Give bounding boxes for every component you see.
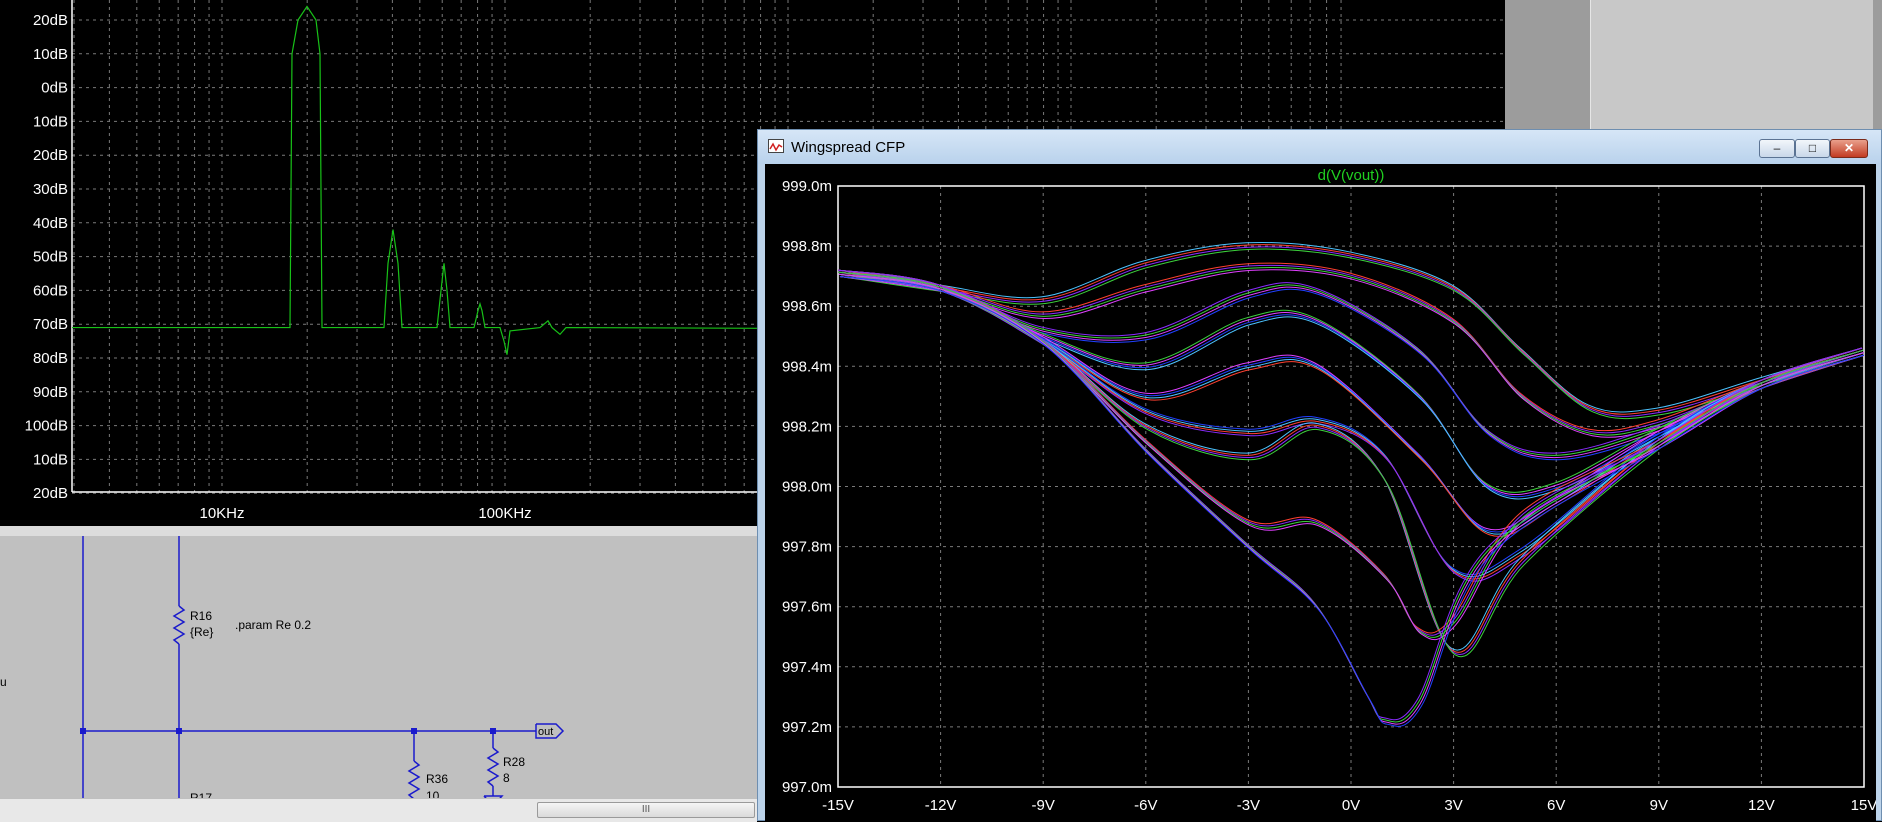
component-value-r16: {Re} [190,625,213,639]
series-line [839,275,1864,641]
y-tick-label: 10dB [33,113,68,130]
x-tick-label: -6V [1134,797,1157,814]
y-tick-label: 70dB [33,316,68,333]
x-tick-label: -9V [1032,797,1055,814]
x-tick-label: 12V [1748,797,1775,814]
y-tick-label: 100dB [25,418,68,435]
y-tick-label: 10dB [33,46,68,63]
x-tick-label: 0V [1342,797,1360,814]
x-tick-label: 3V [1444,797,1462,814]
component-value-r28: 8 [503,771,510,785]
x-tick-label: 100KHz [478,505,531,522]
series-line [838,269,1863,454]
y-tick-label: 10dB [33,451,68,468]
y-tick-label: 40dB [33,215,68,232]
y-tick-label: 997.2m [782,719,832,736]
series-line [838,273,1864,638]
series-line [838,273,1864,656]
series-group [838,241,1864,727]
close-button[interactable]: ✕ [1830,139,1868,158]
series-line [839,275,1864,658]
background-panel [1590,0,1873,130]
schematic-pane[interactable]: R16 {Re} .param Re 0.2 R17 R36 10 R28 8 … [0,526,757,821]
y-tick-label: 20dB [33,485,68,502]
plot-window[interactable]: Wingspread CFP – □ ✕ -15V -12V -9V -6V -3V 0V… [757,129,1882,821]
y-tick-label: 997.8m [782,539,832,556]
x-tick-label: -3V [1237,797,1260,814]
y-tick-label: 998.2m [782,418,832,435]
series-line [838,269,1863,651]
y-tick-label: 997.0m [782,779,832,796]
series-line [838,269,1863,576]
y-tick-label: 60dB [33,282,68,299]
minimize-button[interactable]: – [1759,139,1795,158]
scrollbar-thumb[interactable]: III [537,802,755,818]
x-tick-label: 6V [1547,797,1565,814]
x-tick-label: -12V [925,797,957,814]
y-tick-label: 999.0m [782,178,832,195]
x-tick-label: 9V [1650,797,1668,814]
chart-title: d(V(vout)) [1318,167,1385,184]
resistor-r28-symbol[interactable] [486,747,500,787]
y-tick-label: 0dB [41,80,68,97]
series-line [838,271,1864,636]
series-line [838,271,1864,653]
junction-dot [490,728,496,734]
junction-dot [80,728,86,734]
x-tick-label: -15V [822,797,854,814]
y-tick-label: 998.4m [782,358,832,375]
component-ref-r36: R36 [426,772,448,786]
y-tick-label: 998.6m [782,298,832,315]
y-tick-label: 997.6m [782,599,832,616]
resistor-r16-symbol[interactable] [172,605,186,645]
spice-directive[interactable]: .param Re 0.2 [235,618,311,632]
window-title: Wingspread CFP [791,139,906,156]
y-tick-label: 20dB [33,147,68,164]
series-line [838,241,1863,413]
series-line [838,269,1863,634]
y-tick-label: 30dB [33,181,68,198]
series-line [838,271,1864,578]
net-label-out: out [538,726,553,738]
x-tick-label: 15V [1851,797,1876,814]
y-tick-label: 997.4m [782,659,832,676]
x-tick-label: 10KHz [199,505,244,522]
dc-sweep-chart[interactable]: -15V -12V -9V -6V -3V 0V 3V 6V 9V 12V 15V 999.0m 998… [765,164,1876,821]
y-tick-label: 50dB [33,249,68,266]
component-ref-r28: R28 [503,755,525,769]
junction-dot [411,728,417,734]
resistor-r36-symbol[interactable] [407,760,421,800]
maximize-button[interactable]: □ [1795,139,1830,158]
y-tick-label: 998.0m [782,479,832,496]
junction-dot [176,728,182,734]
y-tick-label: 90dB [33,384,68,401]
plot-area[interactable]: -15V -12V -9V -6V -3V 0V 3V 6V 9V 12V 15V 999.0m 998… [765,164,1876,821]
y-tick-label: 998.8m [782,238,832,255]
schematic-canvas[interactable]: R16 {Re} .param Re 0.2 R17 R36 10 R28 8 … [0,536,757,821]
horizontal-scrollbar[interactable]: III [0,798,757,822]
scrollbar-grip: III [641,804,651,815]
window-titlebar[interactable]: Wingspread CFP – □ ✕ [758,130,1881,164]
y-tick-label: 20dB [33,12,68,29]
y-tick-label: 80dB [33,350,68,367]
component-ref-r16: R16 [190,609,212,623]
waveform-icon [768,139,784,153]
background-window-area [1505,0,1882,130]
edge-text: u [0,675,7,689]
